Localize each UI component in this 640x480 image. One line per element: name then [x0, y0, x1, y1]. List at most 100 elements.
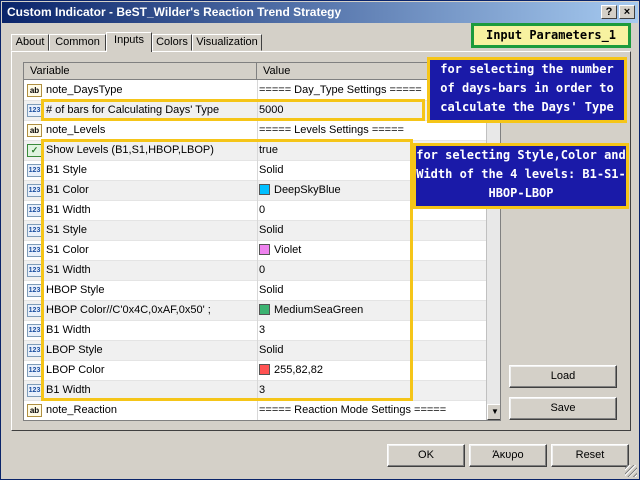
save-button[interactable]: Save [509, 397, 617, 420]
value-cell[interactable]: Solid [259, 221, 484, 240]
table-row[interactable]: 123 B1 Width 3 [24, 381, 486, 401]
input-params-label: Input Parameters_1 [471, 23, 631, 48]
ok-button[interactable]: OK [387, 444, 465, 467]
number-param-icon: 123 [27, 264, 42, 277]
string-param-icon: ab [27, 404, 42, 417]
variable-name: B1 Width [46, 324, 91, 336]
table-row[interactable]: ab note_DaysType ===== Day_Type Settings =… [24, 81, 486, 101]
value-text: 0 [259, 264, 266, 276]
value-cell[interactable]: 3 [259, 381, 484, 400]
value-cell[interactable]: Solid [259, 341, 484, 360]
variable-name: note_Levels [46, 124, 106, 136]
variable-name: # of bars for Calculating Days' Type [46, 104, 220, 116]
value-cell[interactable]: Solid [259, 281, 484, 300]
number-param-icon: 123 [27, 204, 42, 217]
number-param-icon: 123 [27, 284, 42, 297]
variable-name: S1 Color [46, 244, 89, 256]
value-text: DeepSkyBlue [274, 184, 341, 196]
value-text: Solid [259, 224, 284, 236]
value-cell[interactable]: Violet [259, 241, 484, 260]
value-text: 0 [259, 204, 266, 216]
color-swatch [259, 244, 270, 255]
scroll-down-icon[interactable]: ▼ [487, 404, 500, 420]
variable-name: note_DaysType [46, 84, 123, 96]
levels-annotation: for selecting Style,Color and Width of t… [413, 143, 629, 209]
header-variable[interactable]: Variable [24, 63, 257, 80]
variable-name: LBOP Style [46, 344, 103, 356]
table-row[interactable]: ab note_Reaction ===== Reaction Mode Setti… [24, 401, 486, 420]
value-text: Violet [274, 244, 302, 256]
table-row[interactable]: 123 LBOP Style Solid [24, 341, 486, 361]
variable-name: HBOP Color//C'0x4C,0xAF,0x50' ; [46, 304, 211, 316]
window-title: Custom Indicator - BeST_Wilder's Reactio… [7, 5, 342, 19]
table-row[interactable]: 123 HBOP Style Solid [24, 281, 486, 301]
tab-about[interactable]: About [11, 34, 49, 51]
variable-name: HBOP Style [46, 284, 105, 296]
value-text: true [259, 144, 278, 156]
reset-button[interactable]: Reset [551, 444, 629, 467]
tab-inputs[interactable]: Inputs [106, 32, 152, 52]
tab-common[interactable]: Common [49, 34, 106, 51]
variable-name: B1 Width [46, 204, 91, 216]
number-param-icon: 123 [27, 184, 42, 197]
value-text: ===== Levels Settings ===== [259, 124, 404, 136]
color-swatch [259, 184, 270, 195]
value-cell[interactable]: 3 [259, 321, 484, 340]
value-cell[interactable]: ===== Levels Settings ===== [259, 121, 484, 140]
table-row[interactable]: ab note_Levels ===== Levels Settings ===== [24, 121, 486, 141]
bool-param-icon: ✓ [27, 144, 42, 157]
value-cell[interactable]: 255,82,82 [259, 361, 484, 380]
table-row[interactable]: 123 S1 Color Violet [24, 241, 486, 261]
variable-name: note_Reaction [46, 404, 117, 416]
variable-name: B1 Style [46, 164, 87, 176]
number-param-icon: 123 [27, 324, 42, 337]
close-button[interactable]: × [619, 5, 635, 19]
number-param-icon: 123 [27, 364, 42, 377]
value-text: 3 [259, 324, 266, 336]
value-text: 255,82,82 [274, 364, 323, 376]
tab-colors[interactable]: Colors [152, 34, 192, 51]
value-text: Solid [259, 164, 284, 176]
title-bar[interactable]: Custom Indicator - BeST_Wilder's Reactio… [2, 2, 638, 23]
dialog-window: Custom Indicator - BeST_Wilder's Reactio… [0, 0, 640, 480]
days-type-annotation: for selecting the number of days-bars in… [427, 57, 627, 123]
column-divider [257, 80, 258, 420]
number-param-icon: 123 [27, 384, 42, 397]
table-row[interactable]: 123 B1 Width 3 [24, 321, 486, 341]
color-swatch [259, 364, 270, 375]
value-text: ===== Day_Type Settings ===== [259, 84, 422, 96]
variable-name: S1 Width [46, 264, 91, 276]
value-cell[interactable]: 0 [259, 261, 484, 280]
cancel-button[interactable]: Άκυρο [469, 444, 547, 467]
grid-header: Variable Value [24, 63, 486, 80]
value-text: Solid [259, 284, 284, 296]
value-text: 3 [259, 384, 266, 396]
value-cell[interactable]: ===== Reaction Mode Settings ===== [259, 401, 484, 420]
variable-name: Show Levels (B1,S1,HBOP,LBOP) [46, 144, 214, 156]
value-cell[interactable]: MediumSeaGreen [259, 301, 484, 320]
load-button[interactable]: Load [509, 365, 617, 388]
number-param-icon: 123 [27, 164, 42, 177]
table-row[interactable]: 123 S1 Width 0 [24, 261, 486, 281]
value-text: 5000 [259, 104, 284, 116]
value-text: Solid [259, 344, 284, 356]
number-param-icon: 123 [27, 224, 42, 237]
variable-name: LBOP Color [46, 364, 105, 376]
tab-visualization[interactable]: Visualization [192, 34, 262, 51]
number-param-icon: 123 [27, 304, 42, 317]
variable-name: B1 Width [46, 384, 91, 396]
table-row[interactable]: 123 HBOP Color//C'0x4C,0xAF,0x50' ; Medium… [24, 301, 486, 321]
value-text: ===== Reaction Mode Settings ===== [259, 404, 447, 416]
table-row[interactable]: 123 LBOP Color 255,82,82 [24, 361, 486, 381]
variable-name: B1 Color [46, 184, 89, 196]
value-text: MediumSeaGreen [274, 304, 364, 316]
table-row[interactable]: 123 S1 Style Solid [24, 221, 486, 241]
help-button[interactable]: ? [601, 5, 617, 19]
table-row[interactable]: 123 # of bars for Calculating Days' Type 5… [24, 101, 486, 121]
variable-name: S1 Style [46, 224, 87, 236]
string-param-icon: ab [27, 124, 42, 137]
color-swatch [259, 304, 270, 315]
number-param-icon: 123 [27, 344, 42, 357]
resize-grip-icon[interactable] [625, 465, 637, 477]
string-param-icon: ab [27, 84, 42, 97]
